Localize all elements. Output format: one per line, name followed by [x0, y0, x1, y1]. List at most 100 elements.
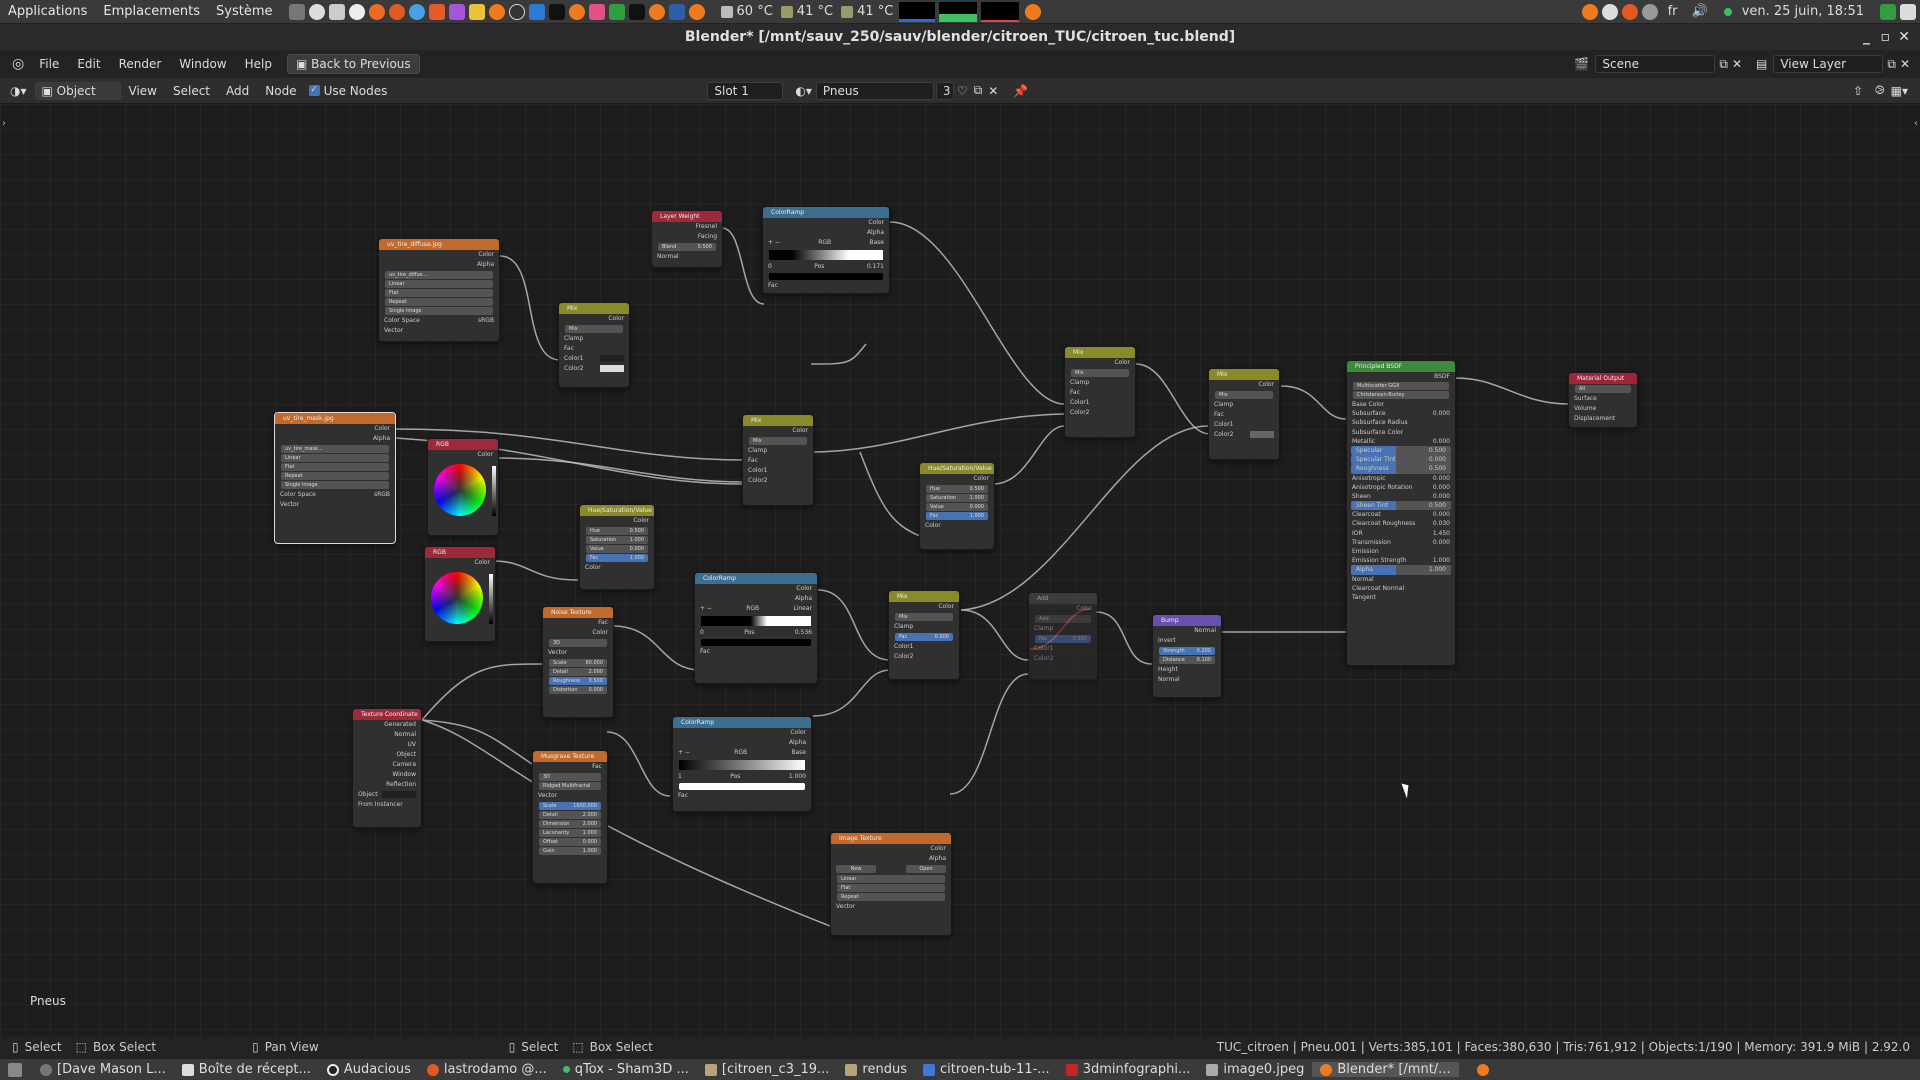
- node-header[interactable]: Mix: [889, 591, 959, 602]
- node-header[interactable]: Bump: [1153, 615, 1221, 626]
- type-select[interactable]: Ridged Multifractal: [539, 782, 601, 790]
- output-window[interactable]: Window: [353, 770, 421, 780]
- output-color[interactable]: Color: [763, 218, 889, 228]
- input-fac[interactable]: Fac: [559, 344, 629, 354]
- input-color2[interactable]: Color2: [1209, 430, 1279, 440]
- node-header[interactable]: ColorRamp: [763, 207, 889, 218]
- output-alpha[interactable]: Alpha: [763, 228, 889, 238]
- output-normal[interactable]: Normal: [1153, 626, 1221, 636]
- distance-field[interactable]: Distance 0.100: [1159, 656, 1215, 664]
- snap-icon[interactable]: ⧁: [1875, 83, 1885, 98]
- output-color[interactable]: Color: [379, 250, 499, 260]
- input-height[interactable]: Height: [1153, 665, 1221, 675]
- bsdf-field-metallic[interactable]: Metallic 0.000: [1347, 437, 1455, 446]
- output-alpha[interactable]: Alpha: [379, 260, 499, 270]
- scene-icon[interactable]: 🎬: [1574, 57, 1589, 71]
- blend-type-select[interactable]: Mix: [565, 325, 623, 333]
- blend-type-select[interactable]: Mix: [1071, 369, 1129, 377]
- from-instancer-checkbox[interactable]: From Instancer: [353, 800, 421, 810]
- node-hsv-2[interactable]: Hue/Saturation/Value Color Hue 0.500 Satu…: [919, 462, 995, 550]
- input-surface[interactable]: Surface: [1569, 394, 1637, 404]
- ramp-mode-row[interactable]: + − RGB Linear: [695, 604, 817, 614]
- node-layer-weight[interactable]: Layer Weight Fresnel Facing Blend 0.500 N…: [651, 210, 723, 268]
- node-header[interactable]: Material Output: [1569, 373, 1637, 384]
- input-fac[interactable]: Fac: [1065, 388, 1135, 398]
- fac-field[interactable]: Fac 0.500: [895, 633, 953, 641]
- output-alpha[interactable]: Alpha: [275, 434, 395, 444]
- saturation-field[interactable]: Saturation 1.000: [586, 536, 648, 544]
- blend-type-select[interactable]: Mix: [1215, 391, 1273, 399]
- bsdf-field-anisotropic-rotation[interactable]: Anisotropic Rotation 0.000: [1347, 483, 1455, 492]
- node-editor-canvas[interactable]: uv_tire_diffuse.jpg Color Alpha uv_tire_…: [0, 104, 1920, 1036]
- task-filezilla[interactable]: 3dminfographi...: [1058, 1062, 1199, 1077]
- input-color1[interactable]: Color1: [1029, 644, 1097, 654]
- output-color[interactable]: Color: [743, 426, 813, 436]
- task-folder-rendus[interactable]: rendus: [837, 1062, 915, 1077]
- input-vector[interactable]: Vector: [543, 648, 613, 658]
- node-image-texture-diffuse[interactable]: uv_tire_diffuse.jpg Color Alpha uv_tire_…: [378, 238, 500, 342]
- projection-select[interactable]: Flat: [385, 289, 493, 297]
- ramp-gradient[interactable]: [701, 616, 811, 626]
- task-blender[interactable]: Blender* [/mnt/...: [1312, 1062, 1459, 1077]
- menu-select[interactable]: Select: [165, 84, 218, 98]
- ramp-color-swatch[interactable]: [701, 639, 811, 646]
- output-color[interactable]: Color: [425, 558, 495, 568]
- minimize-button[interactable]: _: [1863, 24, 1870, 50]
- slot-selector[interactable]: Slot 1: [707, 81, 784, 100]
- bsdf-field-clearcoat-normal[interactable]: Clearcoat Normal: [1347, 584, 1455, 593]
- ramp-mode-row[interactable]: + − RGB Base: [763, 238, 889, 248]
- value-field[interactable]: Value 0.000: [926, 503, 988, 511]
- strength-field[interactable]: Strength 0.200: [1159, 647, 1215, 655]
- distortion-field[interactable]: Distortion 0.000: [549, 686, 607, 694]
- input-displacement[interactable]: Displacement: [1569, 414, 1637, 424]
- task-image-viewer[interactable]: citroen-tub-11-...: [915, 1062, 1058, 1077]
- node-header[interactable]: Image Texture: [831, 833, 951, 844]
- node-mix-1[interactable]: Mix Color Mix Clamp Fac Color1 Color2: [558, 302, 630, 388]
- volume-icon[interactable]: 🔊: [1692, 4, 1708, 19]
- blend-field[interactable]: Blend 0.500: [658, 243, 716, 251]
- ramp-pos-row[interactable]: 0 Pos 0.536: [695, 628, 817, 638]
- input-color2[interactable]: Color2: [743, 476, 813, 486]
- power-icon[interactable]: [1641, 3, 1658, 20]
- distribution-select[interactable]: Multiscatter GGX: [1353, 382, 1449, 390]
- bsdf-field-sheen[interactable]: Sheen 0.000: [1347, 492, 1455, 501]
- new-image-button[interactable]: New: [836, 865, 876, 873]
- node-header[interactable]: Hue/Saturation/Value: [580, 505, 654, 516]
- bsdf-field-tangent[interactable]: Tangent: [1347, 593, 1455, 602]
- node-header[interactable]: Mix: [1209, 369, 1279, 380]
- projection-select[interactable]: Flat: [281, 463, 389, 471]
- scene-selector[interactable]: Scene: [1595, 55, 1716, 73]
- show-desktop-button[interactable]: [8, 1062, 22, 1077]
- object-mode-selector[interactable]: ▣ Object: [34, 81, 121, 100]
- roughness-field[interactable]: Roughness 0.500: [549, 677, 607, 685]
- menu-add[interactable]: Add: [218, 84, 257, 98]
- input-color2[interactable]: Color2: [1065, 408, 1135, 418]
- input-fac[interactable]: Fac: [743, 456, 813, 466]
- bsdf-field-sheen-tint[interactable]: Sheen Tint 0.500: [1351, 501, 1451, 511]
- input-fac[interactable]: Fac: [763, 281, 889, 291]
- node-mix-3[interactable]: Mix Color Mix Clamp Fac Color1 Color2: [1064, 346, 1136, 438]
- menu-help[interactable]: Help: [236, 57, 281, 71]
- menu-system[interactable]: Système: [208, 4, 280, 19]
- bsdf-field-subsurface-color[interactable]: Subsurface Color: [1347, 428, 1455, 437]
- output-color[interactable]: Color: [1029, 604, 1097, 614]
- output-color[interactable]: Color: [889, 602, 959, 612]
- node-rgb-2[interactable]: RGB Color: [424, 546, 496, 642]
- fac-field[interactable]: Fac 1.000: [926, 512, 988, 520]
- menu-applications[interactable]: Applications: [0, 4, 95, 19]
- blender-tray-icon[interactable]: [1025, 3, 1042, 20]
- firefox-icon[interactable]: [1621, 3, 1638, 20]
- projection-select[interactable]: Flat: [837, 884, 945, 892]
- task-qtox[interactable]: qTox - Sham3D ...: [555, 1062, 697, 1077]
- task-audacious[interactable]: Audacious: [319, 1062, 419, 1077]
- toolbar-toggle-icon[interactable]: ›: [2, 118, 6, 129]
- source-select[interactable]: Single Image: [385, 307, 493, 315]
- back-to-previous-button[interactable]: ▣ Back to Previous: [286, 54, 420, 74]
- gain-field[interactable]: Gain 1.000: [539, 847, 601, 855]
- overlay-icon[interactable]: ▦▾: [1891, 84, 1908, 98]
- blender-logo-icon[interactable]: ◎: [12, 56, 24, 72]
- node-image-texture-mask[interactable]: uv_tire_mask.jpg Color Alpha uv_tire_mas…: [274, 412, 396, 544]
- node-header[interactable]: Texture Coordinate: [353, 709, 421, 720]
- material-name-field[interactable]: Pneus: [815, 81, 934, 100]
- material-sphere-icon[interactable]: ◐▾: [795, 84, 812, 98]
